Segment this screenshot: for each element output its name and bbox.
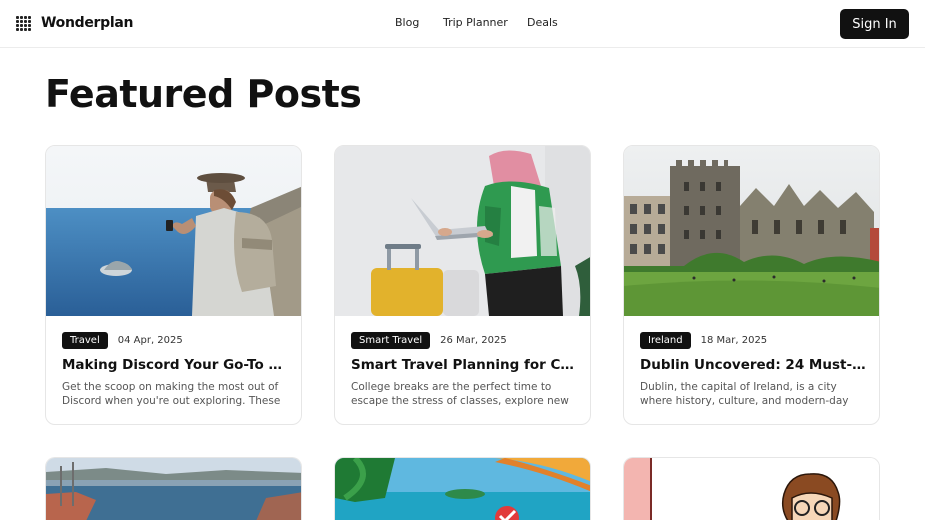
post-title[interactable]: Dublin Uncovered: 24 Must-Do... (640, 357, 866, 373)
main-nav: Blog Trip Planner Deals (395, 16, 558, 29)
post-title[interactable]: Smart Travel Planning for College... (351, 357, 577, 373)
post-image-bosphorus (46, 458, 301, 520)
logo-grid-icon (16, 15, 31, 31)
post-date: 26 Mar, 2025 (440, 335, 507, 346)
post-card-beach[interactable] (334, 457, 591, 520)
post-excerpt: College breaks are the perfect time to e… (351, 381, 569, 407)
post-meta: Smart Travel 26 Mar, 2025 (351, 332, 507, 349)
post-excerpt: Get the scoop on making the most out of … (62, 381, 281, 407)
category-tag[interactable]: Ireland (640, 332, 691, 349)
post-image-cartoon-character (624, 458, 879, 520)
post-card-smart-travel[interactable]: Smart Travel 26 Mar, 2025 Smart Travel P… (334, 145, 591, 425)
logo[interactable]: Wonderplan (16, 15, 133, 31)
post-card-istanbul[interactable] (45, 457, 302, 520)
post-date: 18 Mar, 2025 (700, 335, 768, 346)
nav-link-deals[interactable]: Deals (527, 16, 558, 29)
post-card-cartoon[interactable] (623, 457, 880, 520)
post-image-laptop-suitcase (335, 146, 590, 316)
nav-link-trip-planner[interactable]: Trip Planner (443, 16, 527, 29)
post-meta: Ireland 18 Mar, 2025 (640, 332, 767, 349)
category-tag[interactable]: Smart Travel (351, 332, 431, 349)
category-tag[interactable]: Travel (62, 332, 108, 349)
post-image-tropical-beach (335, 458, 590, 520)
nav-link-blog[interactable]: Blog (395, 16, 443, 29)
post-date: 04 Apr, 2025 (117, 335, 183, 346)
post-meta: Travel 04 Apr, 2025 (62, 332, 183, 349)
post-title[interactable]: Making Discord Your Go-To Travel... (62, 357, 288, 373)
post-image-dublin-castle (624, 146, 879, 316)
page-title: Featured Posts (45, 72, 362, 116)
post-excerpt: Dublin, the capital of Ireland, is a cit… (640, 381, 849, 407)
top-navbar: Wonderplan Blog Trip Planner Deals Sign … (0, 0, 925, 48)
post-card-discord[interactable]: Travel 04 Apr, 2025 Making Discord Your … (45, 145, 302, 425)
logo-text: Wonderplan (41, 15, 134, 31)
post-card-dublin[interactable]: Ireland 18 Mar, 2025 Dublin Uncovered: 2… (623, 145, 880, 425)
sign-in-button[interactable]: Sign In (840, 9, 909, 39)
post-image-traveler-coast (46, 146, 301, 316)
